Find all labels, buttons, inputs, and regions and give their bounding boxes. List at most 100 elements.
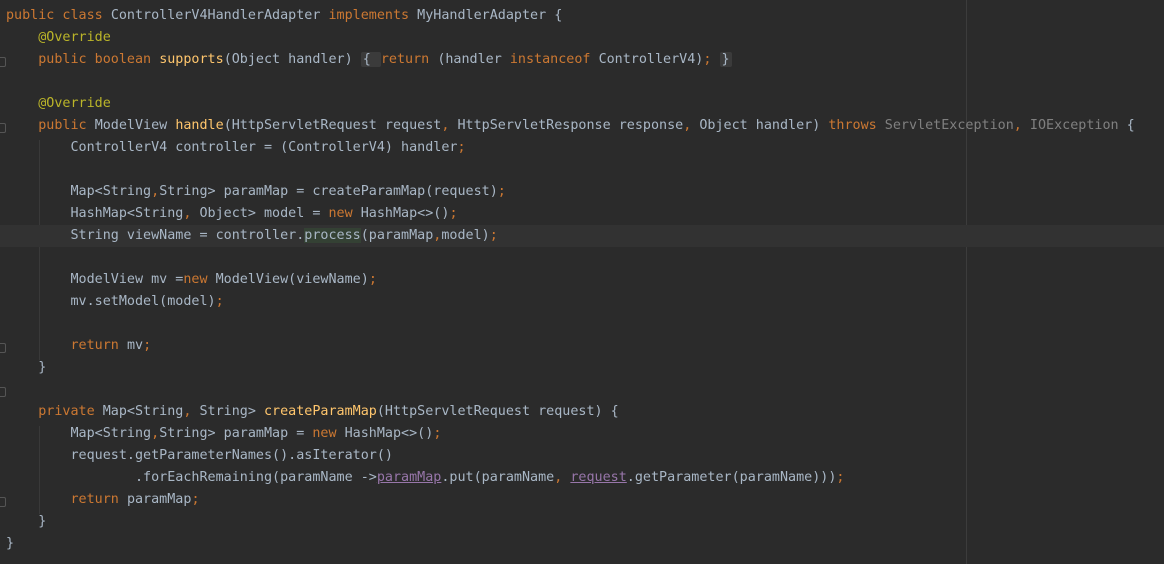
code-token: , xyxy=(151,426,160,441)
code-token: ; xyxy=(368,272,377,287)
code-text: @Override xyxy=(6,27,111,49)
code-line[interactable] xyxy=(0,313,1164,335)
code-line[interactable]: public ModelView handle(HttpServletReque… xyxy=(0,115,1164,137)
code-text: public class ControllerV4HandlerAdapter … xyxy=(6,5,562,27)
code-line[interactable]: return paramMap; xyxy=(0,489,1164,511)
code-token: .forEachRemaining(paramName -> xyxy=(6,470,377,485)
code-text: Map<String,String> paramMap = new HashMa… xyxy=(6,423,441,445)
code-token: request.getParameterNames().asIterator() xyxy=(6,448,393,463)
code-text: ModelView mv =new ModelView(viewName); xyxy=(6,269,377,291)
code-token: instanceof xyxy=(509,52,599,67)
code-token: ; xyxy=(449,206,458,221)
code-token: } xyxy=(6,514,47,529)
code-text: public boolean supports(Object handler) … xyxy=(6,49,732,71)
code-token: return xyxy=(70,338,127,353)
code-token: mv.setModel(model) xyxy=(6,294,216,309)
code-token: , xyxy=(683,118,700,133)
code-line[interactable]: } xyxy=(0,533,1164,555)
code-text: } xyxy=(6,533,14,555)
code-line[interactable]: .forEachRemaining(paramName ->paramMap.p… xyxy=(0,467,1164,489)
code-token: IOException xyxy=(1029,118,1119,133)
code-text: } xyxy=(6,357,46,379)
code-line[interactable]: @Override xyxy=(0,93,1164,115)
code-token: Object handler) xyxy=(699,118,829,133)
code-line[interactable]: ControllerV4 controller = (ControllerV4)… xyxy=(0,137,1164,159)
code-token: .getParameter(paramName))) xyxy=(626,470,837,485)
code-token: ControllerV4HandlerAdapter xyxy=(110,8,329,23)
code-editor[interactable]: public class ControllerV4HandlerAdapter … xyxy=(0,0,1164,564)
code-token: String> paramMap = xyxy=(159,426,313,441)
fold-marker-icon[interactable] xyxy=(0,387,6,397)
code-token: HashMap<String xyxy=(6,206,184,221)
code-token: mv xyxy=(126,338,144,353)
code-token: Map<String xyxy=(6,426,152,441)
code-text: private Map<String, String> createParamM… xyxy=(6,401,619,423)
code-text: mv.setModel(model); xyxy=(6,291,223,313)
code-token: ServletException xyxy=(884,118,1014,133)
code-token: ; xyxy=(191,492,200,507)
code-token: String> xyxy=(199,404,264,419)
code-token: (HttpServletRequest request) { xyxy=(376,404,619,419)
code-token: handle xyxy=(175,118,224,133)
code-text: public ModelView handle(HttpServletReque… xyxy=(6,115,1135,137)
code-token: public xyxy=(38,118,95,133)
code-line[interactable]: request.getParameterNames().asIterator() xyxy=(0,445,1164,467)
code-token: ModelView mv = xyxy=(6,272,184,287)
code-line[interactable] xyxy=(0,71,1164,93)
code-token: ModelView(viewName) xyxy=(215,272,369,287)
code-text: ControllerV4 controller = (ControllerV4)… xyxy=(6,137,465,159)
code-token: (paramMap xyxy=(360,228,434,243)
code-token: { xyxy=(1118,118,1135,133)
code-text: .forEachRemaining(paramName ->paramMap.p… xyxy=(6,467,844,489)
code-line[interactable]: public boolean supports(Object handler) … xyxy=(0,49,1164,71)
code-line[interactable]: String viewName = controller.process(par… xyxy=(0,225,1164,247)
code-token: @Override xyxy=(38,96,111,111)
code-token: ; xyxy=(836,470,845,485)
code-token: return xyxy=(70,492,127,507)
code-token: , xyxy=(183,404,200,419)
code-line[interactable]: } xyxy=(0,511,1164,533)
code-token: ControllerV4) xyxy=(598,52,704,67)
code-token: private xyxy=(38,404,103,419)
code-token: paramMap xyxy=(126,492,192,507)
code-line[interactable] xyxy=(0,379,1164,401)
code-line[interactable]: ModelView mv =new ModelView(viewName); xyxy=(0,269,1164,291)
code-line[interactable]: } xyxy=(0,357,1164,379)
code-line[interactable]: HashMap<String, Object> model = new Hash… xyxy=(0,203,1164,225)
code-line[interactable] xyxy=(0,247,1164,269)
code-token: (handler xyxy=(437,52,510,67)
code-text: return mv; xyxy=(6,335,152,357)
code-line[interactable] xyxy=(0,159,1164,181)
code-token: HttpServletResponse response xyxy=(457,118,684,133)
code-token: throws xyxy=(828,118,885,133)
code-line[interactable]: mv.setModel(model); xyxy=(0,291,1164,313)
code-token: , xyxy=(183,206,200,221)
code-token: ; xyxy=(433,426,442,441)
code-token: .put(paramName xyxy=(441,470,555,485)
code-token: ; xyxy=(489,228,498,243)
code-line[interactable]: Map<String,String> paramMap = new HashMa… xyxy=(0,423,1164,445)
code-token: new xyxy=(312,426,345,441)
code-token: , xyxy=(1013,118,1030,133)
code-token: new xyxy=(183,272,216,287)
code-token: } xyxy=(719,52,732,67)
code-token: , xyxy=(151,184,160,199)
code-token: @Override xyxy=(38,30,111,45)
code-token: { xyxy=(360,52,381,67)
code-line[interactable]: Map<String,String> paramMap = createPara… xyxy=(0,181,1164,203)
code-text: return paramMap; xyxy=(6,489,200,511)
code-line[interactable]: @Override xyxy=(0,27,1164,49)
code-text: HashMap<String, Object> model = new Hash… xyxy=(6,203,458,225)
code-token: ; xyxy=(703,52,720,67)
code-token: ModelView xyxy=(94,118,176,133)
code-token: return xyxy=(380,52,438,67)
code-token: paramMap xyxy=(376,470,442,485)
code-token: ; xyxy=(497,184,506,199)
code-line[interactable]: public class ControllerV4HandlerAdapter … xyxy=(0,5,1164,27)
code-line[interactable]: return mv; xyxy=(0,335,1164,357)
code-line[interactable]: private Map<String, String> createParamM… xyxy=(0,401,1164,423)
